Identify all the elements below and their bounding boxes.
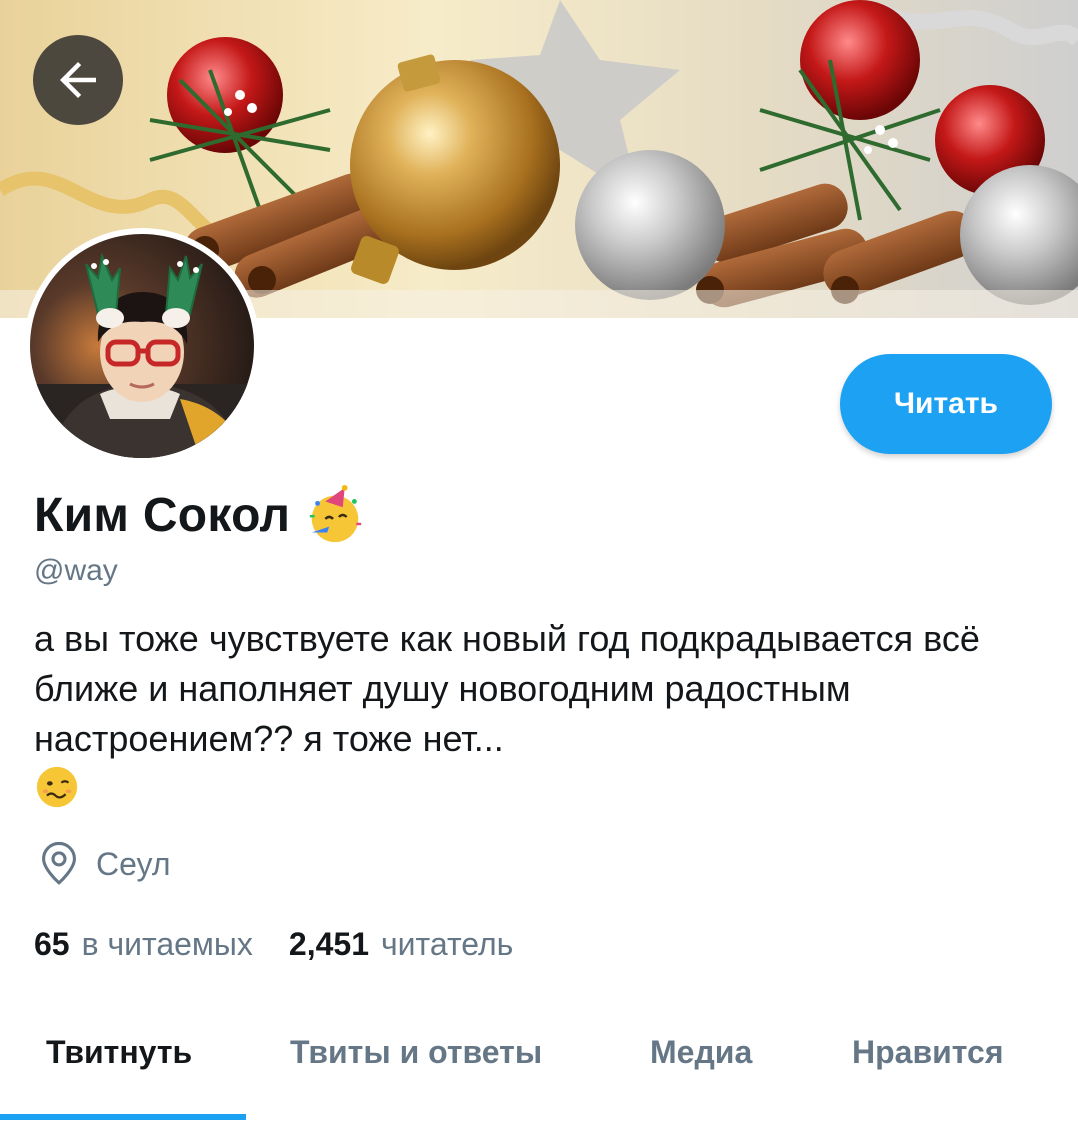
- tab-tweets-and-replies[interactable]: Твиты и ответы: [290, 1034, 542, 1071]
- followers-label[interactable]: читатель: [381, 926, 513, 963]
- avatar-image: [30, 234, 254, 458]
- location-text: Сеул: [96, 845, 171, 882]
- tab-likes[interactable]: Нравится: [852, 1034, 1004, 1071]
- profile-name: Ким Сокол: [34, 488, 291, 542]
- profile-location: Сеул: [38, 840, 171, 888]
- profile-tabs: Твитнуть Твиты и ответы Медиа Нравится: [0, 1010, 1078, 1140]
- profile-bio: а вы тоже чувствуете как новый год подкр…: [34, 618, 980, 759]
- followers-count[interactable]: 2,451: [289, 926, 369, 963]
- woozy-face-emoji: [36, 766, 78, 808]
- tab-tweets[interactable]: Твитнуть: [46, 1034, 192, 1071]
- back-button[interactable]: [33, 35, 123, 125]
- following-label[interactable]: в читаемых: [82, 926, 253, 963]
- profile-handle: @way: [34, 554, 118, 587]
- active-tab-indicator: [0, 1114, 246, 1120]
- avatar[interactable]: [24, 228, 260, 464]
- follow-button[interactable]: Читать: [840, 354, 1052, 454]
- tab-media[interactable]: Медиа: [650, 1034, 752, 1071]
- profile-stats: 65 в читаемых 2,451 читатель: [34, 926, 513, 963]
- profile-name-row: Ким Сокол: [34, 484, 366, 546]
- arrow-left-icon: [60, 62, 96, 98]
- partying-face-emoji: [310, 484, 362, 543]
- location-pin-icon: [42, 841, 76, 885]
- following-count[interactable]: 65: [34, 926, 70, 963]
